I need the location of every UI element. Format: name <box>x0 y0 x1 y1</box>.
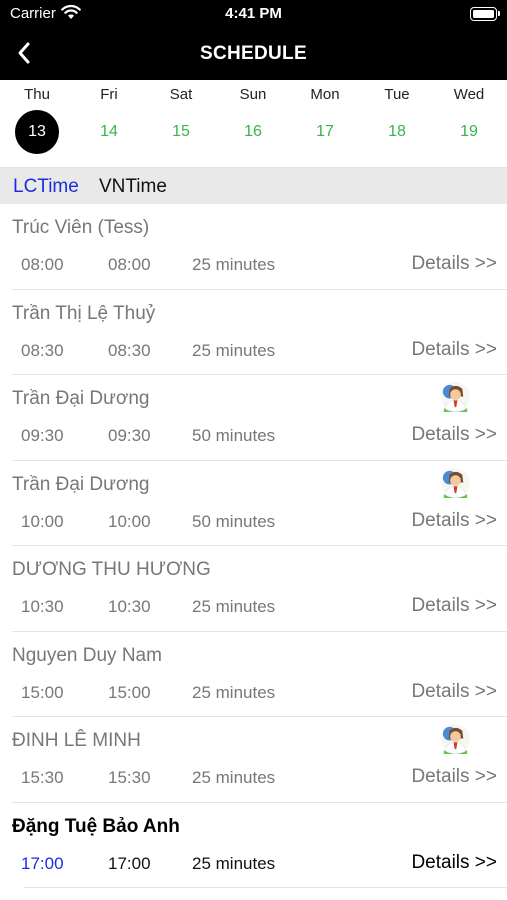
vntime-tab[interactable]: VNTime <box>99 176 167 198</box>
schedule-row[interactable]: DƯƠNG THU HƯƠNG 10:30 10:30 25 minutes D… <box>0 546 507 632</box>
duration: 50 minutes <box>192 511 276 531</box>
battery-icon <box>470 7 500 21</box>
details-link[interactable]: Details >> <box>411 681 497 703</box>
divider <box>24 887 507 888</box>
vn-time: 17:00 <box>108 853 151 873</box>
day-wed[interactable]: Wed 19 <box>433 80 505 168</box>
day-sun[interactable]: Sun 16 <box>217 80 289 168</box>
details-link[interactable]: Details >> <box>411 339 497 361</box>
schedule-row[interactable]: ĐINH LÊ MINH 15:30 15:30 25 minutes Deta… <box>0 717 507 803</box>
duration: 25 minutes <box>192 768 276 787</box>
day-fri[interactable]: Fri 14 <box>73 80 145 168</box>
lc-time: 09:30 <box>21 426 64 445</box>
student-name: Trần Đại Dương <box>12 388 150 409</box>
clock: 4:41 PM <box>225 5 282 22</box>
duration: 25 minutes <box>192 255 276 274</box>
day-tue[interactable]: Tue 18 <box>361 80 433 168</box>
schedule-list: Trúc Viên (Tess) 08:00 08:00 25 minutes … <box>0 204 507 900</box>
day-sat[interactable]: Sat 15 <box>145 80 217 168</box>
navigation-bar: SCHEDULE <box>0 32 507 74</box>
vn-time: 09:30 <box>108 426 151 445</box>
day-name: Mon <box>310 86 340 103</box>
lc-time: 10:30 <box>21 597 64 616</box>
details-link[interactable]: Details >> <box>411 852 497 874</box>
lc-time: 08:30 <box>21 340 64 360</box>
student-name: Trúc Viên (Tess) <box>12 217 150 238</box>
day-date: 13 <box>15 110 59 154</box>
duration: 25 minutes <box>192 597 276 616</box>
day-name: Tue <box>384 86 410 103</box>
schedule-row[interactable]: Đặng Tuệ Bảo Anh 17:00 17:00 25 minutes … <box>0 803 507 888</box>
lc-time: 08:00 <box>21 255 64 274</box>
day-date: 14 <box>100 123 118 140</box>
lc-time: 10:00 <box>21 511 64 531</box>
day-name: Sun <box>239 86 267 103</box>
student-name: Nguyen Duy Nam <box>12 644 162 666</box>
vn-time: 08:00 <box>108 255 151 274</box>
lc-time: 17:00 <box>21 853 64 873</box>
student-name: ĐINH LÊ MINH <box>12 730 141 751</box>
details-link[interactable]: Details >> <box>411 595 497 617</box>
day-date: 19 <box>460 123 478 140</box>
day-mon[interactable]: Mon 17 <box>289 80 361 168</box>
lc-time: 15:00 <box>21 682 64 702</box>
details-link[interactable]: Details >> <box>411 424 497 446</box>
vn-time: 15:30 <box>108 768 151 787</box>
status-bar: Carrier 4:41 PM <box>0 0 507 28</box>
schedule-row[interactable]: Nguyen Duy Nam 15:00 15:00 25 minutes De… <box>0 632 507 717</box>
day-name: Thu <box>24 86 50 103</box>
vn-time: 08:30 <box>108 340 151 360</box>
duration: 25 minutes <box>192 340 276 360</box>
vn-time: 15:00 <box>108 682 151 702</box>
student-name: Trần Thị Lệ Thuỷ <box>12 302 156 324</box>
teacher-avatar-icon <box>440 467 471 498</box>
vn-time: 10:00 <box>108 511 151 531</box>
timezone-bar: LCTime VNTime <box>0 168 507 204</box>
lc-time: 15:30 <box>21 768 64 787</box>
day-date: 17 <box>316 123 334 140</box>
day-date: 18 <box>388 123 406 140</box>
vn-time: 10:30 <box>108 597 151 616</box>
week-strip: Thu 13 Fri 14 Sat 15 Sun 16 Mon 17 Tue 1… <box>0 80 507 168</box>
teacher-avatar-icon <box>440 723 471 754</box>
details-link[interactable]: Details >> <box>411 510 497 532</box>
details-link[interactable]: Details >> <box>411 253 497 275</box>
student-name: Đặng Tuệ Bảo Anh <box>12 815 180 837</box>
teacher-avatar-icon <box>440 381 471 412</box>
day-name: Wed <box>453 86 485 103</box>
page-title: SCHEDULE <box>200 43 307 64</box>
day-date: 16 <box>244 123 262 140</box>
schedule-row[interactable]: Trúc Viên (Tess) 08:00 08:00 25 minutes … <box>0 204 507 290</box>
top-bar: Carrier 4:41 PM SCHEDULE <box>0 0 507 80</box>
day-name: Fri <box>100 86 118 103</box>
duration: 25 minutes <box>192 853 276 873</box>
lctime-tab[interactable]: LCTime <box>13 176 79 198</box>
schedule-row[interactable]: Trần Đại Dương 10:00 10:00 50 minutes De… <box>0 461 507 546</box>
day-date: 15 <box>172 123 190 140</box>
day-name: Sat <box>169 86 193 103</box>
day-thu[interactable]: Thu 13 <box>1 80 73 168</box>
student-name: DƯƠNG THU HƯƠNG <box>12 559 211 580</box>
student-name: Trần Đại Dương <box>12 473 150 495</box>
duration: 25 minutes <box>192 682 276 702</box>
schedule-row[interactable]: Trần Đại Dương 09:30 09:30 50 minutes De… <box>0 375 507 461</box>
duration: 50 minutes <box>192 426 276 445</box>
schedule-row[interactable]: Trần Thị Lệ Thuỷ 08:30 08:30 25 minutes … <box>0 290 507 375</box>
details-link[interactable]: Details >> <box>411 766 497 788</box>
